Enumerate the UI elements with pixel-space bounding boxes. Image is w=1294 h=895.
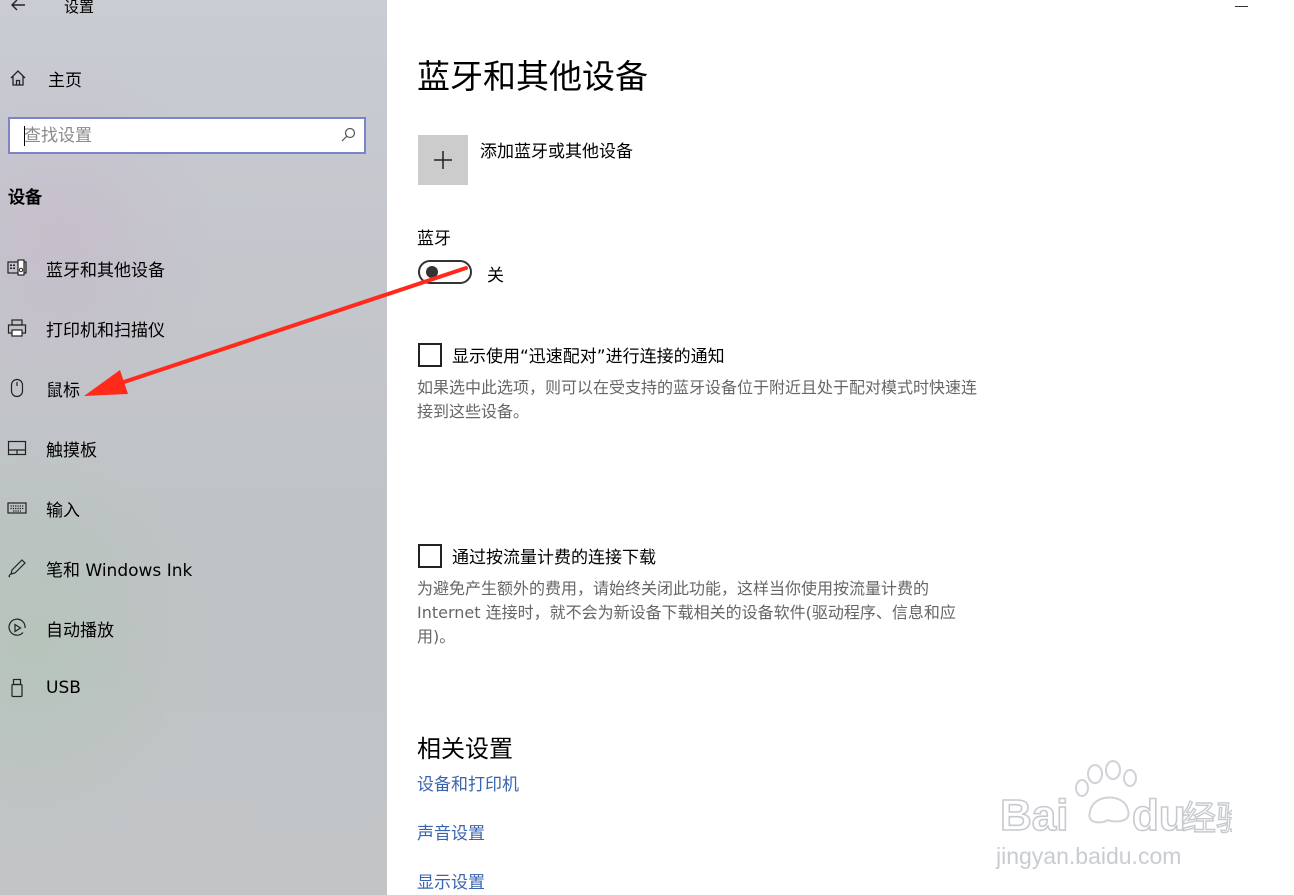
sidebar-item-printers[interactable]: 打印机和扫描仪 <box>0 298 387 358</box>
main-content: 蓝牙和其他设备 添加蓝牙或其他设备 蓝牙 关 显示使用“迅速配对”进行连接的通知… <box>387 0 1294 895</box>
sidebar-item-label: 鼠标 <box>46 380 80 401</box>
add-device-label[interactable]: 添加蓝牙或其他设备 <box>480 137 633 162</box>
nav-list: 蓝牙和其他设备 打印机和扫描仪 鼠标 触摸板 输入 笔和 Windows Ink… <box>0 238 387 718</box>
back-arrow-icon[interactable] <box>8 0 30 16</box>
bluetooth-label: 蓝牙 <box>417 229 451 249</box>
keyboard-icon <box>7 498 27 518</box>
metered-download-checkbox[interactable] <box>418 544 442 568</box>
nav-home-label: 主页 <box>48 70 82 91</box>
minimize-button[interactable] <box>1235 6 1248 7</box>
window-title: 设置 <box>64 0 95 16</box>
section-title: 设备 <box>8 188 42 208</box>
bluetooth-toggle[interactable] <box>418 260 472 284</box>
sidebar-item-pen[interactable]: 笔和 Windows Ink <box>0 538 387 598</box>
toggle-knob <box>426 266 438 278</box>
sidebar-item-label: 笔和 Windows Ink <box>46 560 193 581</box>
home-icon <box>10 70 26 86</box>
metered-download-label[interactable]: 通过按流量计费的连接下载 <box>452 543 656 568</box>
add-device-button[interactable] <box>418 135 468 185</box>
sidebar-item-bluetooth[interactable]: 蓝牙和其他设备 <box>0 238 387 298</box>
mouse-icon <box>7 378 27 398</box>
sidebar-item-autoplay[interactable]: 自动播放 <box>0 598 387 658</box>
baidu-watermark: Bai du 经验 jingyan.baidu.com <box>995 760 1232 869</box>
swift-pair-checkbox[interactable] <box>418 343 442 367</box>
swift-pair-description: 如果选中此选项，则可以在受支持的蓝牙设备位于附近且处于配对模式时快速连接到这些设… <box>417 378 978 421</box>
search-box[interactable] <box>8 117 366 154</box>
sidebar-item-label: 触摸板 <box>46 440 97 461</box>
search-input[interactable] <box>10 119 334 152</box>
link-devices-printers[interactable]: 设备和打印机 <box>417 770 519 795</box>
sidebar-item-label: 打印机和扫描仪 <box>46 320 165 341</box>
sidebar-item-touchpad[interactable]: 触摸板 <box>0 418 387 478</box>
swift-pair-label[interactable]: 显示使用“迅速配对”进行连接的通知 <box>452 342 725 367</box>
watermark-brand-left: Bai <box>1000 791 1068 840</box>
bluetooth-devices-icon <box>7 258 27 278</box>
metered-download-description: 为避免产生额外的费用，请始终关闭此功能，这样当你使用按流量计费的 Interne… <box>417 579 956 646</box>
sidebar-item-label: USB <box>46 678 81 698</box>
sidebar-item-label: 自动播放 <box>46 620 114 641</box>
text-caret <box>24 126 25 146</box>
printer-icon <box>7 318 27 338</box>
touchpad-icon <box>7 438 27 458</box>
autoplay-icon <box>7 618 27 638</box>
search-icon[interactable] <box>340 127 356 143</box>
sidebar-item-typing[interactable]: 输入 <box>0 478 387 538</box>
plus-icon <box>434 151 452 169</box>
related-settings-title: 相关设置 <box>417 735 513 763</box>
sidebar-item-label: 输入 <box>46 500 80 521</box>
sidebar-item-mouse[interactable]: 鼠标 <box>0 358 387 418</box>
page-title: 蓝牙和其他设备 <box>417 57 648 96</box>
watermark-cn: 经验 <box>1182 799 1232 839</box>
sidebar-item-usb[interactable]: USB <box>0 658 387 718</box>
bluetooth-state: 关 <box>487 266 504 286</box>
nav-home[interactable]: 主页 <box>8 64 82 92</box>
link-sound-settings[interactable]: 声音设置 <box>417 819 485 844</box>
watermark-url: jingyan.baidu.com <box>995 843 1181 869</box>
watermark-brand-right: du <box>1132 791 1186 840</box>
usb-icon <box>7 678 27 698</box>
sidebar-item-label: 蓝牙和其他设备 <box>46 260 165 281</box>
sidebar: 设置 主页 设备 蓝牙和其他设备 <box>0 0 387 895</box>
link-display-settings[interactable]: 显示设置 <box>417 868 485 893</box>
pen-icon <box>7 558 27 578</box>
